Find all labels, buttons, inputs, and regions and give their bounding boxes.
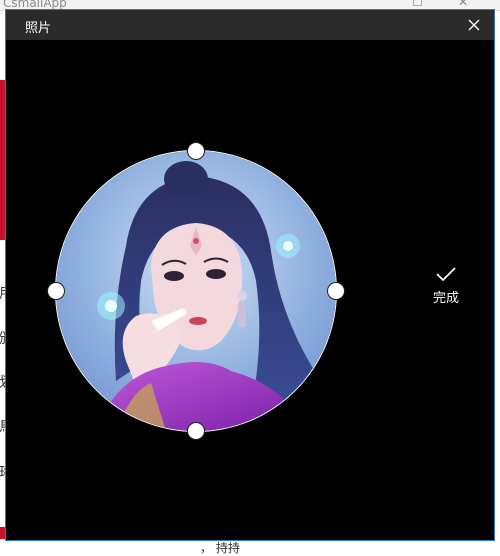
crop-handle-right[interactable]	[327, 282, 345, 300]
close-icon	[468, 19, 480, 31]
background-maximize-icon[interactable]: ☐	[412, 0, 423, 9]
photo-crop-dialog: 照片 完成	[5, 9, 495, 541]
dialog-title: 照片	[25, 21, 52, 36]
done-label: 完成	[432, 291, 459, 306]
crop-handle-left[interactable]	[47, 282, 65, 300]
portrait-photo[interactable]	[56, 151, 336, 431]
crop-handle-bottom[interactable]	[187, 422, 205, 440]
dialog-header: 照片	[6, 10, 494, 40]
background-close-icon[interactable]: ✕	[458, 0, 468, 9]
crop-handle-top[interactable]	[187, 142, 205, 160]
background-bottom-text: ， 持持	[200, 541, 240, 555]
done-button[interactable]: 完成	[421, 265, 471, 315]
close-button[interactable]	[454, 10, 494, 40]
checkmark-icon	[436, 267, 456, 282]
crop-area[interactable]: 完成	[6, 40, 494, 540]
portrait-image	[56, 151, 336, 431]
